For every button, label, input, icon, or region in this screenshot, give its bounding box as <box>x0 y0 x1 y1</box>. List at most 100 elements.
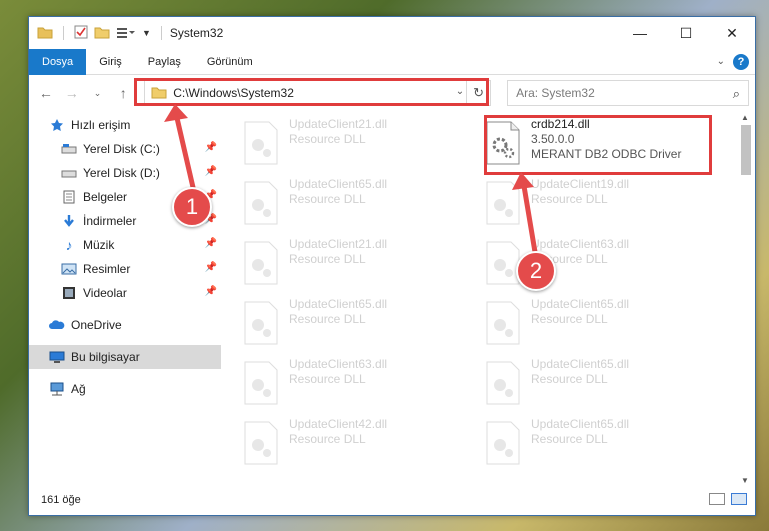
refresh-icon[interactable]: ↻ <box>466 81 490 105</box>
back-button[interactable]: ← <box>35 82 57 104</box>
tab-file[interactable]: Dosya <box>29 48 87 75</box>
toolbar-divider <box>160 26 162 40</box>
recent-locations-button[interactable]: ⌄ <box>87 82 109 104</box>
title-bar: ▼ System32 — ☐ ✕ <box>29 17 755 49</box>
dll-file-icon <box>244 361 278 405</box>
file-name: UpdateClient19.dll <box>531 177 630 191</box>
properties-icon[interactable] <box>74 25 88 42</box>
tab-share[interactable]: Paylaş <box>135 49 194 75</box>
file-name: UpdateClient63.dll <box>531 237 630 251</box>
tab-view[interactable]: Görünüm <box>194 49 266 75</box>
sidebar-item-label: Videolar <box>83 286 127 300</box>
file-type: Resource DLL <box>289 192 366 206</box>
download-icon <box>61 213 77 229</box>
cloud-icon <box>49 317 65 333</box>
close-icon: ✕ <box>726 24 738 41</box>
file-name: UpdateClient21.dll <box>289 117 388 131</box>
list-item[interactable]: UpdateClient19.dll Resource DLL <box>485 177 717 231</box>
expand-ribbon-icon[interactable]: ⌄ <box>717 56 725 67</box>
list-item[interactable]: UpdateClient65.dll Resource DLL <box>243 177 475 231</box>
view-switcher <box>709 493 747 505</box>
minimize-button[interactable]: — <box>617 17 663 49</box>
chevron-down-icon[interactable]: ⌄ <box>456 86 464 97</box>
pin-icon: 📌 <box>204 262 217 273</box>
list-item[interactable]: UpdateClient63.dll Resource DLL <box>243 357 475 411</box>
list-item[interactable]: UpdateClient65.dll Resource DLL <box>243 297 475 351</box>
pin-icon: 📌 <box>204 238 217 249</box>
dll-file-icon <box>486 301 520 345</box>
sidebar-item-label: Hızlı erişim <box>71 118 131 132</box>
dll-file-icon <box>486 361 520 405</box>
address-bar[interactable]: C:\Windows\System32 ⌄ ↻ <box>144 80 492 106</box>
toolbar-divider <box>63 26 64 40</box>
list-item[interactable]: UpdateClient21.dll Resource DLL <box>243 237 475 291</box>
sidebar-item-local-disk-c[interactable]: Yerel Disk (C:) 📌 <box>29 137 221 161</box>
list-item[interactable]: UpdateClient21.dll Resource DLL <box>243 117 475 171</box>
sidebar-item-this-pc[interactable]: Bu bilgisayar <box>29 345 221 369</box>
tiles-view-icon[interactable] <box>731 493 747 505</box>
dll-file-icon <box>486 121 520 165</box>
list-item[interactable]: UpdateClient42.dll Resource DLL <box>243 417 475 471</box>
forward-button[interactable]: → <box>61 82 83 104</box>
sidebar-item-local-disk-d[interactable]: Yerel Disk (D:) 📌 <box>29 161 221 185</box>
window-controls: — ☐ ✕ <box>617 17 755 49</box>
customize-toolbar-icon[interactable] <box>116 26 136 41</box>
file-version: 3.50.0.0 <box>531 132 575 146</box>
sidebar-item-quick-access[interactable]: Hızlı erişim <box>29 113 221 137</box>
dll-file-icon <box>486 421 520 465</box>
file-type: Resource DLL <box>531 192 608 206</box>
file-type: Resource DLL <box>531 372 608 386</box>
file-type: Resource DLL <box>289 432 366 446</box>
search-placeholder: Ara: System32 <box>516 86 595 100</box>
maximize-button[interactable]: ☐ <box>663 17 709 49</box>
scroll-up-icon[interactable]: ▲ <box>741 113 749 122</box>
dll-file-icon <box>486 241 520 285</box>
help-icon[interactable]: ? <box>733 53 749 70</box>
navigation-bar: ← → ⌄ ↑ C:\Windows\System32 ⌄ ↻ Ara: Sys… <box>29 75 755 111</box>
highlighted-file[interactable]: crdb214.dll 3.50.0.0 MERANT DB2 ODBC Dri… <box>485 117 717 171</box>
navigation-pane: Hızlı erişim Yerel Disk (C:) 📌 Yerel Dis… <box>29 113 221 483</box>
sidebar-item-label: İndirmeler <box>83 214 137 228</box>
drive-icon <box>61 141 77 157</box>
tab-home[interactable]: Giriş <box>86 49 135 75</box>
file-type: Resource DLL <box>531 432 608 446</box>
scroll-down-icon[interactable]: ▼ <box>741 476 749 485</box>
file-type: Resource DLL <box>289 252 366 266</box>
sidebar-item-network[interactable]: Ağ <box>29 377 221 401</box>
sidebar-item-videos[interactable]: Videolar 📌 <box>29 281 221 305</box>
arrow-right-icon: → <box>64 85 79 101</box>
maximize-icon: ☐ <box>679 24 693 41</box>
video-icon <box>61 285 77 301</box>
folder-icon[interactable] <box>37 25 53 42</box>
close-button[interactable]: ✕ <box>709 17 755 49</box>
new-folder-icon[interactable] <box>94 25 110 42</box>
details-view-icon[interactable] <box>709 493 725 505</box>
up-button[interactable]: ↑ <box>112 82 134 104</box>
pin-icon: 📌 <box>204 286 217 297</box>
search-input[interactable]: Ara: System32 ⌕ <box>507 80 749 106</box>
file-name: UpdateClient65.dll <box>289 177 388 191</box>
search-icon: ⌕ <box>732 86 740 101</box>
address-path[interactable]: C:\Windows\System32 <box>173 86 294 100</box>
file-name: UpdateClient65.dll <box>531 297 630 311</box>
documents-icon <box>61 189 77 205</box>
file-type: Resource DLL <box>289 312 366 326</box>
chevron-down-icon[interactable]: ▼ <box>142 28 151 38</box>
sidebar-item-music[interactable]: ♪ Müzik 📌 <box>29 233 221 257</box>
file-name: UpdateClient21.dll <box>289 237 388 251</box>
dll-file-icon <box>486 181 520 225</box>
pin-icon: 📌 <box>204 166 217 177</box>
list-item[interactable]: UpdateClient65.dll Resource DLL <box>485 357 717 411</box>
explorer-window: ▼ System32 — ☐ ✕ Dosya Giriş Paylaş Görü… <box>28 16 756 516</box>
sidebar-item-pictures[interactable]: Resimler 📌 <box>29 257 221 281</box>
file-type: Resource DLL <box>289 132 366 146</box>
list-item[interactable]: UpdateClient65.dll Resource DLL <box>485 297 717 351</box>
vertical-scrollbar[interactable]: ▲ ▼ <box>739 113 753 485</box>
list-item[interactable]: UpdateClient65.dll Resource DLL <box>485 417 717 471</box>
sidebar-item-onedrive[interactable]: OneDrive <box>29 313 221 337</box>
sidebar-item-label: Bu bilgisayar <box>71 350 140 364</box>
scrollbar-thumb[interactable] <box>741 125 751 175</box>
